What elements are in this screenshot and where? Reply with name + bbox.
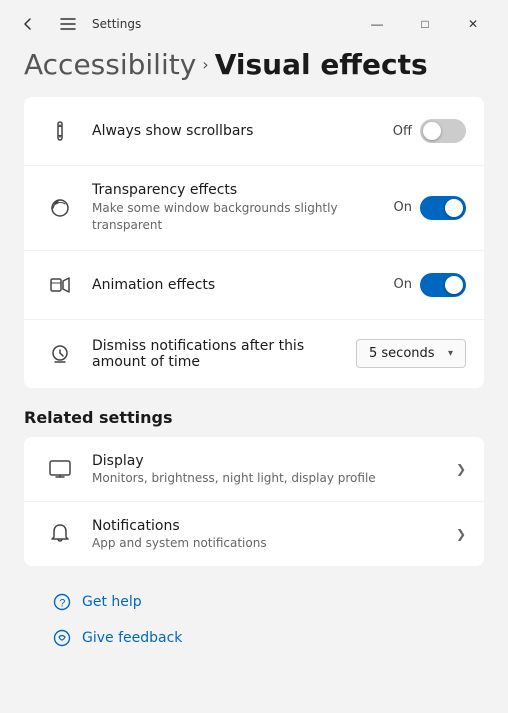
menu-button[interactable] xyxy=(52,8,84,40)
close-button[interactable]: ✕ xyxy=(450,9,496,39)
display-nav-row[interactable]: Display Monitors, brightness, night ligh… xyxy=(24,437,484,502)
related-settings-title: Related settings xyxy=(24,408,484,427)
dismiss-notifications-icon xyxy=(42,336,78,372)
dismiss-notifications-control: 5 seconds ▾ xyxy=(356,339,466,368)
footer-links: ? Get help Give feedback xyxy=(24,570,484,654)
transparency-icon xyxy=(42,190,78,226)
scrollbars-row: Always show scrollbars Off xyxy=(24,97,484,166)
give-feedback-label: Give feedback xyxy=(82,630,182,646)
dismiss-notifications-text: Dismiss notifications after this amount … xyxy=(92,338,356,370)
display-icon xyxy=(42,451,78,487)
transparency-text: Transparency effects Make some window ba… xyxy=(92,182,394,234)
scrollbars-toggle[interactable] xyxy=(420,119,466,143)
give-feedback-link[interactable]: Give feedback xyxy=(48,622,460,654)
transparency-control: On xyxy=(394,196,466,220)
display-text: Display Monitors, brightness, night ligh… xyxy=(92,453,456,485)
breadcrumb: Accessibility › Visual effects xyxy=(0,44,508,97)
transparency-toggle-label: On xyxy=(394,200,412,215)
title-bar-left: Settings xyxy=(12,8,141,40)
display-title: Display xyxy=(92,453,456,469)
dismiss-notifications-title: Dismiss notifications after this amount … xyxy=(92,338,356,370)
dropdown-arrow-icon: ▾ xyxy=(448,348,453,359)
animation-toggle-label: On xyxy=(394,277,412,292)
title-bar: Settings — □ ✕ xyxy=(0,0,508,44)
animation-icon xyxy=(42,267,78,303)
dropdown-value: 5 seconds xyxy=(369,346,440,361)
scrollbars-toggle-track xyxy=(420,119,466,143)
scrollbars-toggle-label: Off xyxy=(393,124,412,139)
transparency-row: Transparency effects Make some window ba… xyxy=(24,166,484,251)
animation-control: On xyxy=(394,273,466,297)
animation-text: Animation effects xyxy=(92,277,394,293)
transparency-title: Transparency effects xyxy=(92,182,394,198)
notifications-title: Notifications xyxy=(92,518,456,534)
animation-toggle[interactable] xyxy=(420,273,466,297)
svg-text:?: ? xyxy=(59,597,65,609)
dismiss-notifications-dropdown[interactable]: 5 seconds ▾ xyxy=(356,339,466,368)
get-help-label: Get help xyxy=(82,594,142,610)
dismiss-notifications-row: Dismiss notifications after this amount … xyxy=(24,320,484,388)
window-controls: — □ ✕ xyxy=(354,9,496,39)
get-help-icon: ? xyxy=(52,592,72,612)
notifications-icon xyxy=(42,516,78,552)
notifications-text: Notifications App and system notificatio… xyxy=(92,518,456,550)
scrollbars-control: Off xyxy=(393,119,466,143)
transparency-toggle-thumb xyxy=(445,199,463,217)
animation-toggle-track xyxy=(420,273,466,297)
notifications-subtitle: App and system notifications xyxy=(92,536,456,550)
related-settings-card: Display Monitors, brightness, night ligh… xyxy=(24,437,484,566)
animation-row: Animation effects On xyxy=(24,251,484,320)
scrollbars-icon xyxy=(42,113,78,149)
breadcrumb-parent[interactable]: Accessibility xyxy=(24,48,196,81)
window-title: Settings xyxy=(92,17,141,31)
breadcrumb-separator: › xyxy=(202,55,208,74)
scrollbars-title: Always show scrollbars xyxy=(92,123,393,139)
notifications-nav-row[interactable]: Notifications App and system notificatio… xyxy=(24,502,484,566)
transparency-toggle[interactable] xyxy=(420,196,466,220)
scrollbars-toggle-thumb xyxy=(423,122,441,140)
maximize-button[interactable]: □ xyxy=(402,9,448,39)
visual-effects-card: Always show scrollbars Off xyxy=(24,97,484,388)
animation-title: Animation effects xyxy=(92,277,394,293)
back-button[interactable] xyxy=(12,8,44,40)
main-content: Always show scrollbars Off xyxy=(0,97,508,710)
display-chevron-icon: ❯ xyxy=(456,462,466,476)
breadcrumb-current: Visual effects xyxy=(215,48,428,81)
minimize-button[interactable]: — xyxy=(354,9,400,39)
get-help-link[interactable]: ? Get help xyxy=(48,586,460,618)
notifications-chevron-icon: ❯ xyxy=(456,527,466,541)
animation-toggle-thumb xyxy=(445,276,463,294)
give-feedback-icon xyxy=(52,628,72,648)
display-subtitle: Monitors, brightness, night light, displ… xyxy=(92,471,456,485)
transparency-subtitle: Make some window backgrounds slightly tr… xyxy=(92,200,394,234)
transparency-toggle-track xyxy=(420,196,466,220)
scrollbars-text: Always show scrollbars xyxy=(92,123,393,139)
